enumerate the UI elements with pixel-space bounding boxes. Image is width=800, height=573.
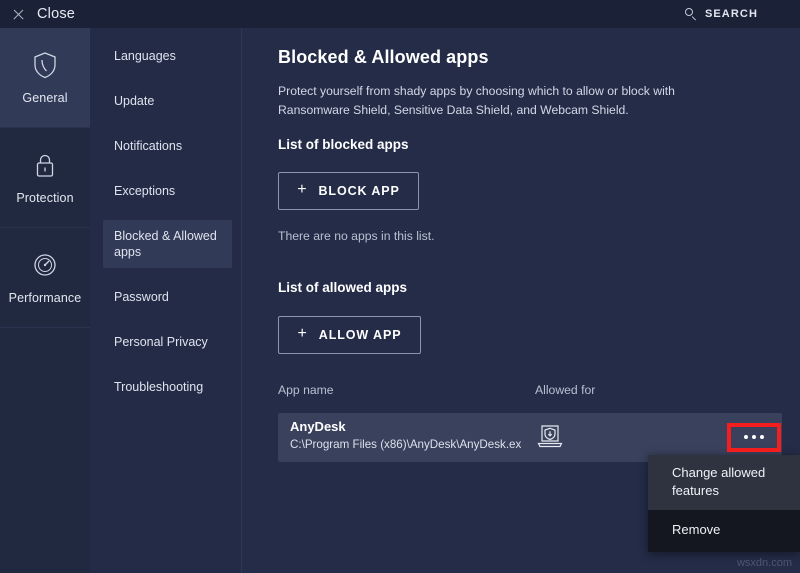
nav-item-personal-privacy[interactable]: Personal Privacy: [103, 326, 232, 358]
nav-item-notifications[interactable]: Notifications: [103, 130, 232, 162]
sidebar-item-protection[interactable]: Protection: [0, 128, 90, 228]
plus-icon: +: [297, 182, 307, 198]
search-button[interactable]: SEARCH: [685, 0, 758, 28]
sidebar-rail: General Protection Performance: [0, 28, 90, 573]
app-name: AnyDesk: [290, 419, 346, 434]
dot: [752, 435, 756, 439]
row-more-options-button[interactable]: [733, 425, 775, 449]
nav-item-troubleshooting[interactable]: Troubleshooting: [103, 371, 232, 403]
column-header-allowed-for: Allowed for: [535, 383, 595, 397]
close-button[interactable]: Close: [12, 6, 75, 22]
sidebar-item-label: General: [22, 91, 67, 105]
dot: [760, 435, 764, 439]
allow-app-button-label: ALLOW APP: [319, 328, 402, 342]
allowed-apps-section-title: List of allowed apps: [278, 280, 407, 295]
nav-item-languages[interactable]: Languages: [103, 40, 232, 72]
nav-item-blocked-allowed-apps[interactable]: Blocked & Allowed apps: [103, 220, 232, 268]
settings-nav: Languages Update Notifications Exception…: [90, 28, 242, 573]
block-app-button-label: BLOCK APP: [318, 184, 399, 198]
column-header-app-name: App name: [278, 383, 334, 397]
menu-item-change-allowed-features[interactable]: Change allowed features: [648, 455, 800, 510]
plus-icon: +: [298, 326, 308, 342]
close-icon: [12, 8, 25, 21]
lock-icon: [30, 150, 60, 180]
watermark: wsxdn.com: [737, 557, 792, 569]
search-icon: [685, 8, 697, 20]
nav-item-update[interactable]: Update: [103, 85, 232, 117]
sidebar-item-label: Performance: [9, 291, 82, 305]
title-bar: Close SEARCH: [0, 0, 800, 28]
nav-item-password[interactable]: Password: [103, 281, 232, 313]
dot: [744, 435, 748, 439]
menu-item-remove[interactable]: Remove: [648, 510, 800, 552]
sidebar-item-label: Protection: [16, 191, 73, 205]
app-path: C:\Program Files (x86)\AnyDesk\AnyDesk.e…: [290, 438, 530, 451]
allowed-apps-table-header: App name Allowed for: [278, 383, 783, 401]
block-app-button[interactable]: + BLOCK APP: [278, 172, 419, 210]
gauge-icon: [30, 250, 60, 280]
row-context-menu: Change allowed features Remove: [648, 455, 800, 552]
sidebar-item-performance[interactable]: Performance: [0, 228, 90, 328]
blocked-apps-section-title: List of blocked apps: [278, 137, 409, 152]
nav-item-exceptions[interactable]: Exceptions: [103, 175, 232, 207]
shield-icon: [30, 50, 60, 80]
ransomware-shield-laptop-icon: [535, 422, 565, 452]
page-description: Protect yourself from shady apps by choo…: [278, 82, 703, 120]
allow-app-button[interactable]: + ALLOW APP: [278, 316, 421, 354]
close-label: Close: [37, 6, 75, 22]
page-title: Blocked & Allowed apps: [278, 47, 489, 68]
sidebar-item-general[interactable]: General: [0, 28, 90, 128]
search-label: SEARCH: [705, 8, 758, 20]
blocked-list-empty-message: There are no apps in this list.: [278, 229, 435, 243]
